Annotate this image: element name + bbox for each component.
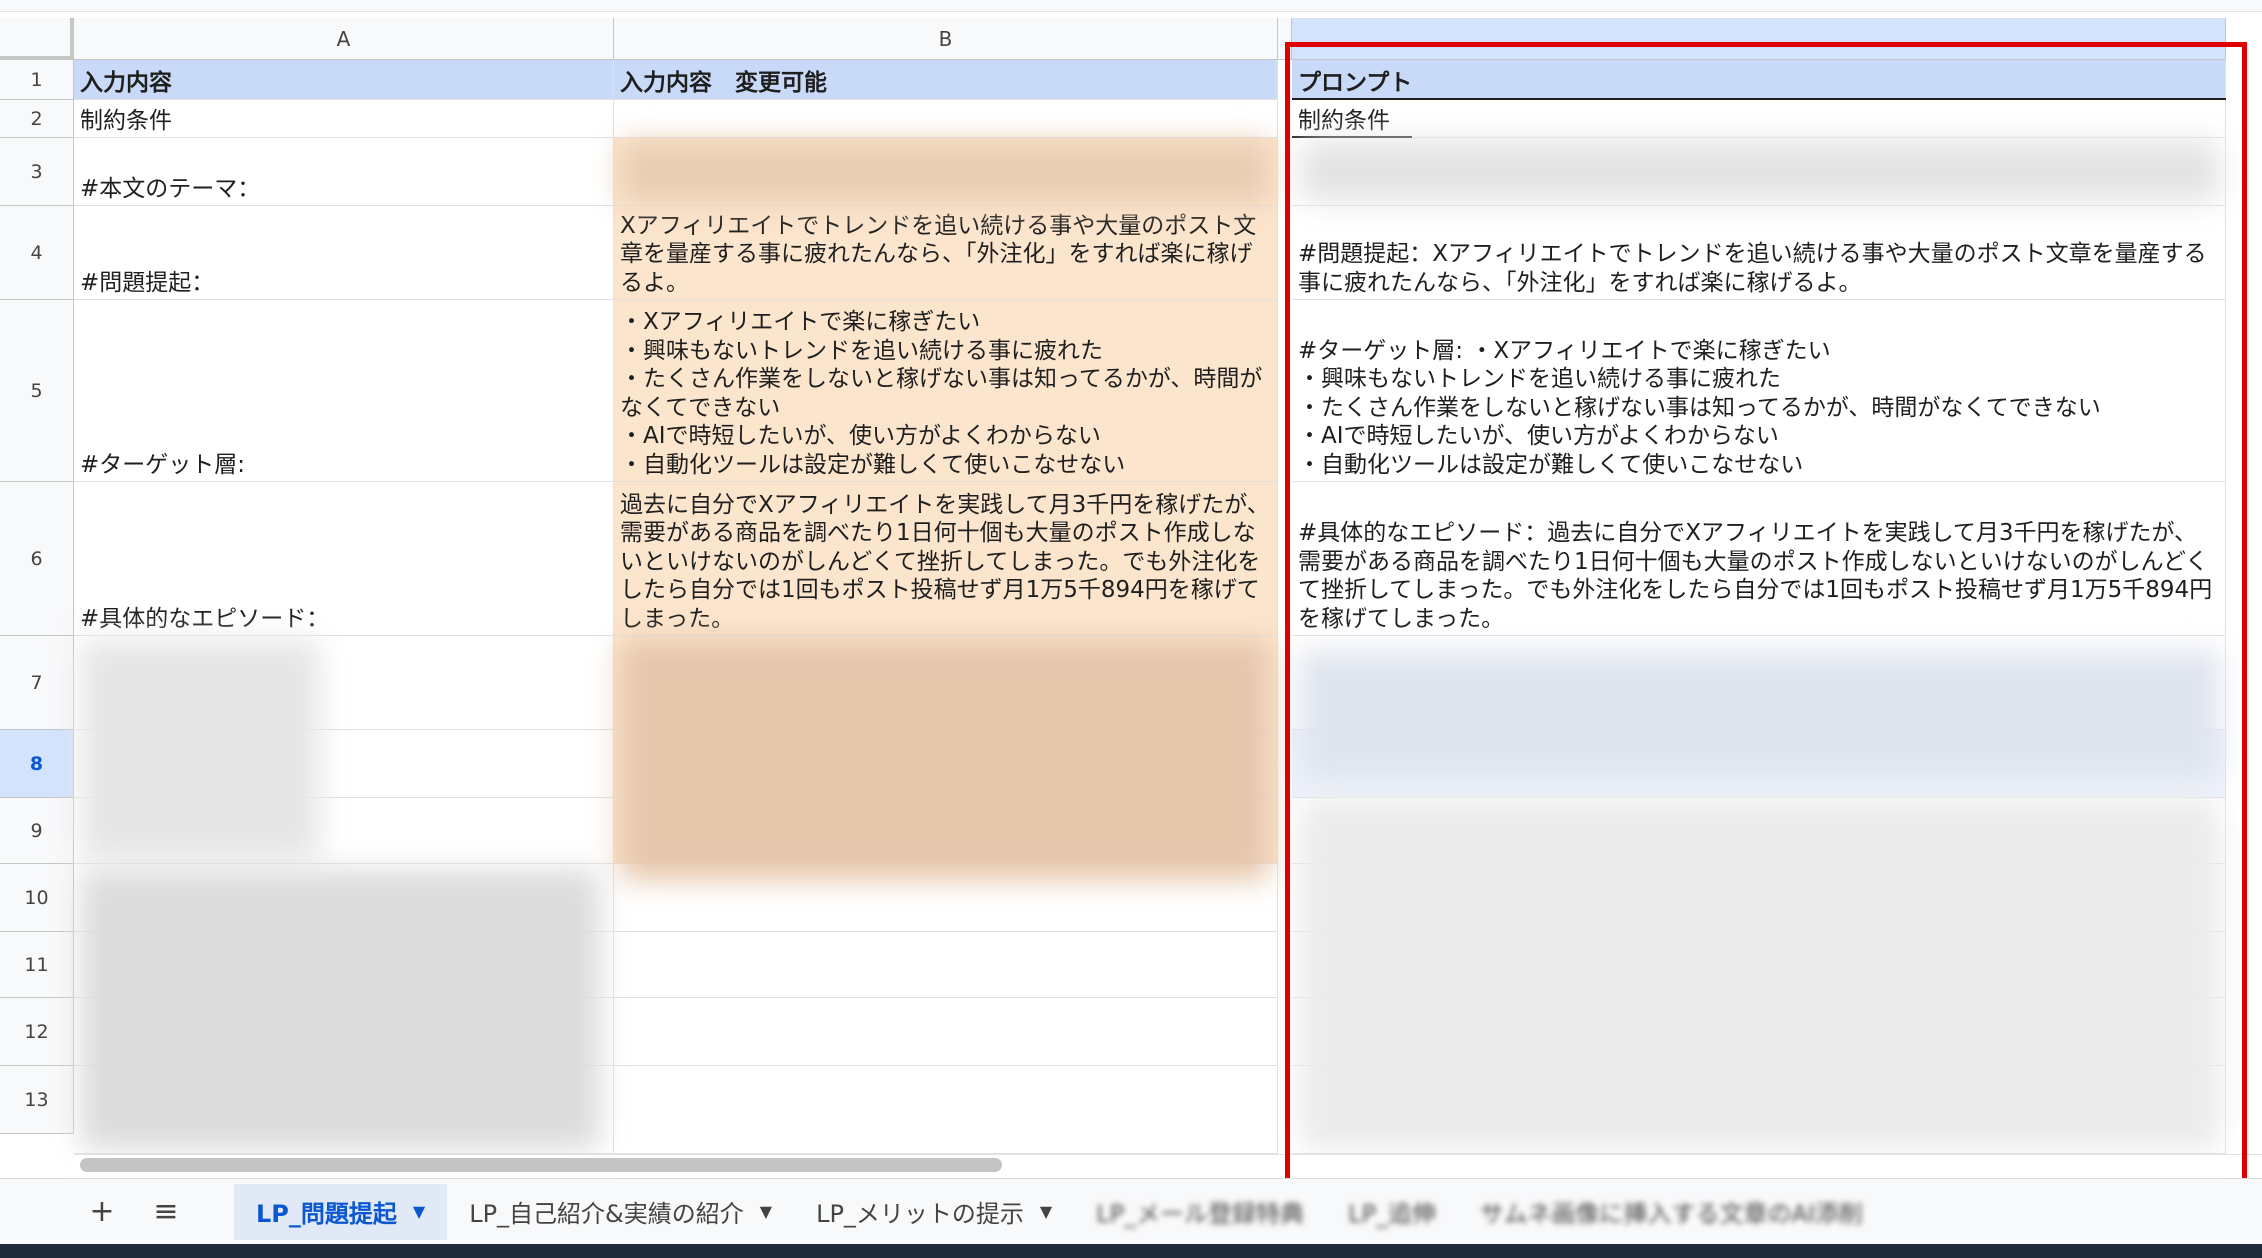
select-all-corner[interactable] bbox=[0, 18, 74, 60]
cell-b5[interactable]: ・Xアフィリエイトで楽に稼ぎたい ・興味もないトレンドを追い続ける事に疲れた ・… bbox=[614, 300, 1278, 482]
cell-b1[interactable]: 入力内容 変更可能 bbox=[614, 60, 1278, 100]
cell-a1-text: 入力内容 bbox=[80, 69, 172, 96]
column-gap bbox=[1278, 18, 1292, 60]
sheet-tab-label: LP_問題提起 bbox=[256, 1200, 397, 1228]
cell-a1[interactable]: 入力内容 bbox=[74, 60, 614, 100]
cell-c2-text: 制約条件 bbox=[1298, 107, 1390, 134]
cell-a2-text: 制約条件 bbox=[80, 107, 172, 134]
cell-a3[interactable]: #本文のテーマ： bbox=[74, 138, 614, 206]
column-header-a[interactable]: A bbox=[74, 18, 614, 60]
row-header-6[interactable]: 6 bbox=[0, 482, 74, 636]
sheet-tab-thumbnail-ai[interactable]: サムネ画像に挿入する文章のAI添削 bbox=[1458, 1184, 1885, 1240]
all-sheets-button[interactable]: ≡ bbox=[134, 1188, 198, 1236]
cell-b5-text: ・Xアフィリエイトで楽に稼ぎたい ・興味もないトレンドを追い続ける事に疲れた ・… bbox=[620, 309, 1263, 478]
sheet-tab-label: LP_自己紹介&実績の紹介 bbox=[469, 1200, 744, 1228]
cell-c2[interactable]: 制約条件 bbox=[1292, 100, 2226, 138]
horizontal-scrollbar-thumb[interactable] bbox=[80, 1158, 1002, 1172]
cell-c5[interactable]: #ターゲット層: ・Xアフィリエイトで楽に稼ぎたい ・興味もないトレンドを追い続… bbox=[1292, 300, 2226, 482]
cell-a4-text: #問題提起： bbox=[80, 269, 215, 296]
row-header-11[interactable]: 11 bbox=[0, 932, 74, 998]
cell-a5[interactable]: #ターゲット層: bbox=[74, 300, 614, 482]
cell-b12[interactable] bbox=[614, 998, 1278, 1066]
row-header-7[interactable]: 7 bbox=[0, 636, 74, 730]
chevron-down-icon[interactable]: ▼ bbox=[1040, 1202, 1052, 1221]
taskbar-edge bbox=[0, 1244, 2262, 1258]
row-header-4[interactable]: 4 bbox=[0, 206, 74, 300]
chevron-down-icon[interactable]: ▼ bbox=[760, 1202, 772, 1221]
column-header-c[interactable] bbox=[1292, 18, 2226, 60]
sheet-tab-label: サムネ画像に挿入する文章のAI添削 bbox=[1479, 1200, 1863, 1228]
row-header-3[interactable]: 3 bbox=[0, 138, 74, 206]
cell-a6-text: #具体的なエピソード： bbox=[80, 605, 330, 632]
cell-b11[interactable] bbox=[614, 932, 1278, 998]
sheet-tab-lp-merit[interactable]: LP_メリットの提示 ▼ bbox=[794, 1184, 1074, 1240]
menu-icon: ≡ bbox=[153, 1194, 179, 1229]
redacted-b7-b9 bbox=[620, 640, 1270, 880]
cell-c5-text: #ターゲット層: ・Xアフィリエイトで楽に稼ぎたい ・興味もないトレンドを追い続… bbox=[1298, 337, 2101, 478]
row-header-8[interactable]: 8 bbox=[0, 730, 74, 798]
cell-b4[interactable]: Xアフィリエイトでトレンドを追い続ける事や大量のポスト文章を量産する事に疲れたん… bbox=[614, 206, 1278, 300]
chevron-down-icon[interactable]: ▼ bbox=[413, 1202, 425, 1221]
plus-icon: + bbox=[89, 1194, 115, 1229]
sheet-tab-label: LP_メリットの提示 bbox=[816, 1200, 1024, 1228]
toolbar-edge bbox=[0, 0, 2262, 12]
cell-b13[interactable] bbox=[614, 1066, 1278, 1154]
row-header-1[interactable]: 1 bbox=[0, 60, 74, 100]
sheet-tab-bar: + ≡ LP_問題提起 ▼ LP_自己紹介&実績の紹介 ▼ LP_メリットの提示… bbox=[0, 1178, 2262, 1244]
cell-a3-text: #本文のテーマ： bbox=[80, 175, 261, 202]
redacted-c3 bbox=[1300, 140, 2220, 202]
cell-b6[interactable]: 過去に自分でXアフィリエイトを実践して月3千円を稼げたが、需要がある商品を調べた… bbox=[614, 482, 1278, 636]
redacted-a10-a13 bbox=[80, 870, 600, 1150]
row-header-10[interactable]: 10 bbox=[0, 864, 74, 932]
row-header-2[interactable]: 2 bbox=[0, 100, 74, 138]
row-header-9[interactable]: 9 bbox=[0, 798, 74, 864]
cell-a4[interactable]: #問題提起： bbox=[74, 206, 614, 300]
spreadsheet: A B 1 2 3 4 5 6 7 8 9 10 11 12 13 入力内容 入… bbox=[0, 0, 2262, 1258]
redacted-c9-c13 bbox=[1300, 800, 2220, 1150]
cell-b4-text: Xアフィリエイトでトレンドを追い続ける事や大量のポスト文章を量産する事に疲れたん… bbox=[620, 212, 1257, 296]
add-sheet-button[interactable]: + bbox=[70, 1188, 134, 1236]
cell-c6-text: #具体的なエピソード：過去に自分でXアフィリエイトを実践して月3千円を稼げたが、… bbox=[1298, 520, 2213, 632]
redacted-c7-c8 bbox=[1300, 650, 2220, 780]
column-header-b[interactable]: B bbox=[614, 18, 1278, 60]
sheet-tab-lp-intro[interactable]: LP_自己紹介&実績の紹介 ▼ bbox=[447, 1184, 794, 1240]
cell-a2[interactable]: 制約条件 bbox=[74, 100, 614, 138]
sheet-tab-lp-problem[interactable]: LP_問題提起 ▼ bbox=[234, 1183, 448, 1240]
cell-b6-text: 過去に自分でXアフィリエイトを実践して月3千円を稼げたが、需要がある商品を調べた… bbox=[620, 491, 1270, 632]
cell-a6[interactable]: #具体的なエピソード： bbox=[74, 482, 614, 636]
redacted-b3 bbox=[620, 140, 1270, 204]
sheet-tab-label: LP_メール登録特典 bbox=[1096, 1200, 1305, 1228]
row-header-12[interactable]: 12 bbox=[0, 998, 74, 1066]
cell-b1-text: 入力内容 変更可能 bbox=[620, 69, 827, 96]
cell-c4[interactable]: #問題提起：Xアフィリエイトでトレンドを追い続ける事や大量のポスト文章を量産する… bbox=[1292, 206, 2226, 300]
cell-c6[interactable]: #具体的なエピソード：過去に自分でXアフィリエイトを実践して月3千円を稼げたが、… bbox=[1292, 482, 2226, 636]
redacted-a7-a9 bbox=[80, 640, 320, 860]
cell-b2[interactable] bbox=[614, 100, 1278, 138]
cell-c1[interactable]: プロンプト bbox=[1292, 60, 2226, 100]
row-header-13[interactable]: 13 bbox=[0, 1066, 74, 1134]
cell-c1-text: プロンプト bbox=[1298, 69, 1413, 96]
cell-c4-text: #問題提起：Xアフィリエイトでトレンドを追い続ける事や大量のポスト文章を量産する… bbox=[1298, 241, 2207, 296]
cell-a5-text: #ターゲット層: bbox=[80, 451, 246, 478]
sheet-tab-lp-mail[interactable]: LP_メール登録特典 bbox=[1074, 1184, 1326, 1240]
sheet-tab-label: LP_追伸 bbox=[1348, 1200, 1436, 1228]
sheet-tab-lp-ps[interactable]: LP_追伸 bbox=[1326, 1184, 1458, 1240]
row-header-5[interactable]: 5 bbox=[0, 300, 74, 482]
